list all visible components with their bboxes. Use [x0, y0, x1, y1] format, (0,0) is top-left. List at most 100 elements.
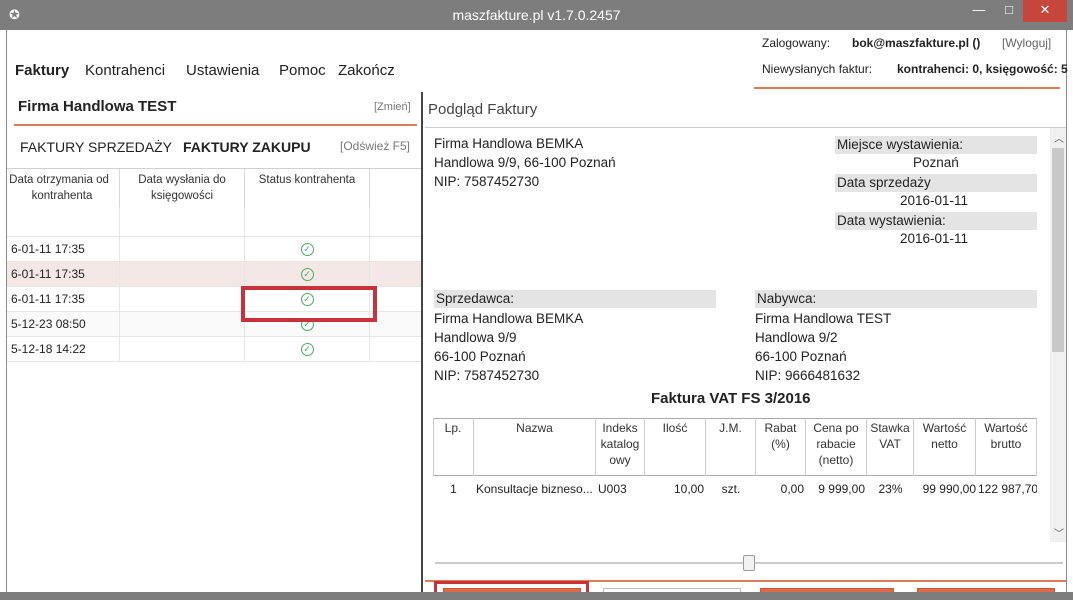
- zoom-slider[interactable]: [435, 555, 1063, 571]
- column-header-received[interactable]: Data otrzymania od kontrahenta: [7, 169, 120, 207]
- table-row-selected[interactable]: 6-01-11 17:35 ✓: [7, 262, 421, 287]
- column-header-sent-label: Data wysłania do księgowości: [138, 174, 226, 202]
- item-discount: 0,00: [780, 482, 804, 496]
- menu-pomoc[interactable]: Pomoc: [279, 62, 326, 79]
- row-sent: [120, 237, 245, 262]
- row-sent: [120, 312, 245, 337]
- check-icon: ✓: [300, 343, 314, 357]
- row-status: ✓: [245, 262, 370, 287]
- sale-date-label: Data sprzedaży: [835, 174, 1037, 192]
- item-vat: 23%: [878, 482, 903, 496]
- menu-ustawienia[interactable]: Ustawienia: [186, 62, 259, 79]
- minimize-button[interactable]: —: [965, 0, 993, 22]
- seller-label: Sprzedawca:: [434, 290, 716, 308]
- place-value: Poznań: [913, 155, 959, 170]
- seller-city: 66-100 Poznań: [434, 349, 526, 364]
- table-row[interactable]: 5-12-18 14:22 ✓: [7, 337, 421, 362]
- row-date: 6-01-11 17:35: [7, 262, 120, 287]
- issuer-address: Handlowa 9/9, 66-100 Poznań: [434, 155, 616, 170]
- table-row[interactable]: 6-01-11 17:35 ✓: [7, 237, 421, 262]
- issue-date-value: 2016-01-11: [900, 231, 969, 246]
- window-bottom-border: [0, 592, 1073, 600]
- window-title: maszfakture.pl v1.7.0.2457: [452, 7, 621, 23]
- row-sent: [120, 262, 245, 287]
- row-date: 6-01-11 17:35: [7, 237, 120, 262]
- maximize-button[interactable]: □: [995, 0, 1023, 22]
- item-unit: szt.: [721, 482, 741, 496]
- tab-sales-invoices[interactable]: FAKTURY SPRZEDAŻY: [20, 139, 172, 155]
- invoice-grid: Data otrzymania od kontrahenta Data wysł…: [7, 168, 421, 362]
- items-header-discount: Rabat (%): [756, 418, 806, 476]
- buyer-nip: NIP: 9666481632: [755, 368, 861, 383]
- close-button[interactable]: ✕: [1023, 0, 1067, 22]
- issuer-nip: NIP: 7587452730: [434, 174, 540, 189]
- issuer-name: Firma Handlowa BEMKA: [434, 136, 584, 151]
- seller-nip: NIP: 7587452730: [434, 368, 540, 383]
- change-company-link[interactable]: [Zmień]: [374, 101, 411, 113]
- row-sent: [120, 287, 245, 312]
- logout-link[interactable]: [Wyloguj]: [1002, 36, 1051, 50]
- item-gross: 122 987,70: [978, 482, 1037, 496]
- unsent-value: kontrahenci: 0, księgowość: 5: [897, 62, 1068, 76]
- scroll-thumb[interactable]: [1052, 148, 1064, 352]
- company-divider: [14, 124, 417, 126]
- menu-zakoncz[interactable]: Zakończ: [338, 62, 395, 79]
- preview-title: Podgląd Faktury: [428, 101, 538, 118]
- buyer-label: Nabywca:: [755, 290, 1037, 308]
- invoice-document: Firma Handlowa BEMKA Handlowa 9/9, 66-10…: [423, 128, 1053, 542]
- buyer-street: Handlowa 9/2: [755, 330, 838, 345]
- scroll-up-icon[interactable]: ︿: [1054, 130, 1064, 145]
- items-header-name: Nazwa: [474, 418, 596, 476]
- row-status: ✓: [245, 337, 370, 362]
- items-header-unit: J.M.: [706, 418, 756, 476]
- buyer-city: 66-100 Poznań: [755, 349, 847, 364]
- column-header-status-label: Status kontrahenta: [258, 174, 356, 186]
- items-header-net: Wartość netto: [914, 418, 976, 476]
- column-header-sent[interactable]: Data wysłania do księgowości: [120, 169, 245, 207]
- vertical-scrollbar[interactable]: ︿ ﹀: [1050, 128, 1066, 542]
- table-row-empty: [7, 207, 421, 237]
- column-header-status[interactable]: Status kontrahenta: [245, 169, 370, 207]
- menu-kontrahenci[interactable]: Kontrahenci: [85, 62, 165, 79]
- user-email: bok@maszfakture.pl (): [852, 36, 981, 50]
- item-lp: 1: [450, 482, 457, 496]
- refresh-link[interactable]: [Odśwież F5]: [340, 139, 410, 153]
- sale-date-value: 2016-01-11: [900, 193, 969, 208]
- main-window: Zalogowany: bok@maszfakture.pl () [Wylog…: [6, 30, 1068, 600]
- place-label: Miejsce wystawienia:: [835, 136, 1037, 154]
- items-header-index: Indeks katalog owy: [596, 418, 645, 476]
- item-qty: 10,00: [673, 482, 704, 496]
- item-name: Konsultacje bizneso...: [476, 482, 593, 496]
- column-header-received-label: Data otrzymania od kontrahenta: [9, 174, 109, 202]
- item-price: 9 999,00: [818, 482, 865, 496]
- check-icon: ✓: [300, 243, 314, 257]
- row-date: 5-12-23 08:50: [7, 312, 120, 337]
- title-bar: ✪ maszfakture.pl v1.7.0.2457 — □ ✕: [0, 0, 1073, 30]
- item-net: 99 990,00: [922, 482, 976, 496]
- invoice-list-panel: Firma Handlowa TEST [Zmień] FAKTURY SPRZ…: [7, 92, 421, 600]
- scroll-down-icon[interactable]: ﹀: [1054, 525, 1064, 540]
- items-header-qty: Ilość: [645, 418, 706, 476]
- zoom-knob[interactable]: [743, 555, 755, 571]
- row-status: ✓: [245, 237, 370, 262]
- header-divider: [754, 87, 1060, 89]
- issue-date-label: Data wystawienia:: [835, 212, 1037, 230]
- logged-label: Zalogowany:: [762, 36, 831, 50]
- seller-street: Handlowa 9/9: [434, 330, 517, 345]
- items-header-gross: Wartość brutto: [976, 418, 1037, 476]
- items-header-lp: Lp.: [433, 418, 474, 476]
- unsent-label: Niewysłanych faktur:: [762, 62, 873, 76]
- status-highlight: [241, 286, 377, 322]
- row-date: 6-01-11 17:35: [7, 287, 120, 312]
- check-icon: ✓: [300, 268, 314, 282]
- tab-purchase-invoices[interactable]: FAKTURY ZAKUPU: [183, 139, 311, 155]
- company-name: Firma Handlowa TEST: [18, 98, 177, 115]
- invoice-title: Faktura VAT FS 3/2016: [651, 390, 811, 407]
- items-header-price: Cena po rabacie (netto): [806, 418, 867, 476]
- items-header-vat: Stawka VAT: [867, 418, 914, 476]
- row-sent: [120, 337, 245, 362]
- menu-faktury[interactable]: Faktury: [15, 62, 69, 79]
- item-index: U003: [598, 482, 627, 496]
- buyer-name: Firma Handlowa TEST: [755, 311, 892, 326]
- row-date: 5-12-18 14:22: [7, 337, 120, 362]
